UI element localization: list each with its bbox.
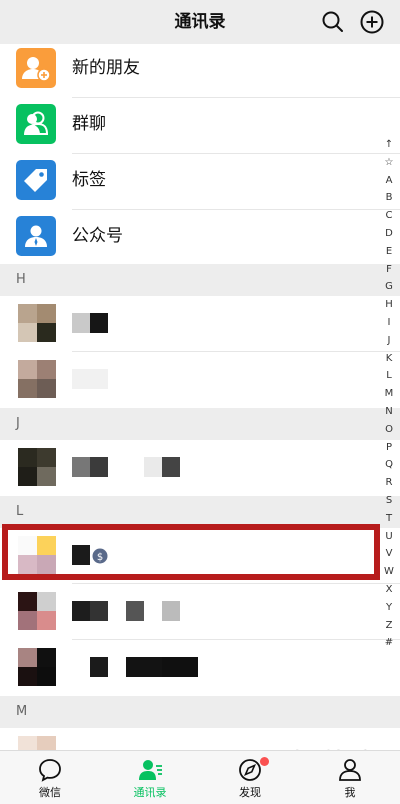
index-letter[interactable]: I xyxy=(382,314,396,332)
tags-row[interactable]: 标签 xyxy=(0,154,400,210)
tab-contacts[interactable]: 通讯录 xyxy=(100,751,200,804)
index-letter[interactable]: ☆ xyxy=(382,154,396,172)
group-chat-icon xyxy=(16,104,56,144)
contact-row[interactable] xyxy=(0,352,400,408)
index-letter[interactable]: A xyxy=(382,172,396,190)
tab-label: 发现 xyxy=(239,786,261,799)
section-letter: J xyxy=(16,416,20,431)
official-accounts-label: 公众号 xyxy=(72,226,123,246)
index-letter[interactable]: C xyxy=(382,207,396,225)
group-chats-row[interactable]: 群聊 xyxy=(0,98,400,154)
avatar xyxy=(18,304,56,342)
alphabet-index-bar[interactable]: ↑ ☆ A B C D E F G H I J K L M N O P Q R S T U V W X Y Z # xyxy=(382,136,396,652)
tab-chats[interactable]: 微信 xyxy=(0,751,100,804)
bottom-tab-bar: 微信 通讯录 发现 我 xyxy=(0,750,400,804)
contact-row[interactable] xyxy=(0,296,400,352)
new-friends-row[interactable]: 新的朋友 xyxy=(0,44,400,98)
contacts-icon xyxy=(139,760,162,780)
add-friend-icon xyxy=(16,48,56,88)
avatar xyxy=(18,736,56,750)
highlight-box xyxy=(2,524,380,580)
index-letter[interactable]: G xyxy=(382,278,396,296)
official-account-icon xyxy=(16,216,56,256)
section-header-h: H xyxy=(0,264,400,296)
index-letter[interactable]: L xyxy=(382,367,396,385)
avatar xyxy=(18,592,56,630)
index-letter[interactable]: E xyxy=(382,243,396,261)
search-icon[interactable] xyxy=(320,9,346,35)
index-letter[interactable]: B xyxy=(382,189,396,207)
plus-circle-icon[interactable] xyxy=(359,9,385,35)
section-letter: H xyxy=(16,272,26,287)
avatar xyxy=(18,360,56,398)
index-letter[interactable]: N xyxy=(382,403,396,421)
index-letter[interactable]: S xyxy=(382,492,396,510)
index-letter[interactable]: Y xyxy=(382,599,396,617)
index-letter[interactable]: D xyxy=(382,225,396,243)
contacts-list[interactable]: 新的朋友 群聊 标签 公众号 H J L $ M xyxy=(0,44,400,750)
contact-row[interactable] xyxy=(0,440,400,496)
avatar xyxy=(18,648,56,686)
index-letter[interactable]: K xyxy=(382,350,396,368)
new-friends-label: 新的朋友 xyxy=(72,58,140,78)
tab-me[interactable]: 我 xyxy=(300,751,400,804)
index-letter[interactable]: M xyxy=(382,385,396,403)
section-header-j: J xyxy=(0,408,400,440)
index-letter[interactable]: T xyxy=(382,510,396,528)
index-letter[interactable]: # xyxy=(382,634,396,652)
index-letter[interactable]: Q xyxy=(382,456,396,474)
contact-row[interactable] xyxy=(0,640,400,696)
tags-label: 标签 xyxy=(72,170,106,190)
tab-label: 我 xyxy=(344,786,356,799)
index-letter[interactable]: R xyxy=(382,474,396,492)
tag-icon xyxy=(16,160,56,200)
index-letter[interactable]: Z xyxy=(382,617,396,635)
section-letter: M xyxy=(16,704,28,719)
index-letter[interactable]: X xyxy=(382,581,396,599)
avatar xyxy=(18,448,56,486)
contact-row[interactable] xyxy=(0,584,400,640)
section-header-m: M xyxy=(0,696,400,728)
index-letter[interactable]: P xyxy=(382,439,396,457)
notification-dot xyxy=(260,757,269,766)
tab-label: 通讯录 xyxy=(133,786,167,799)
official-accounts-row[interactable]: 公众号 xyxy=(0,210,400,266)
index-letter[interactable]: J xyxy=(382,332,396,350)
chat-bubble-icon xyxy=(39,759,61,782)
index-letter[interactable]: H xyxy=(382,296,396,314)
index-letter[interactable]: ↑ xyxy=(382,136,396,154)
index-letter[interactable]: O xyxy=(382,421,396,439)
top-nav-bar: 通讯录 xyxy=(0,0,400,44)
index-letter[interactable]: W xyxy=(382,563,396,581)
person-icon xyxy=(339,759,361,781)
tab-discover[interactable]: 发现 xyxy=(200,751,300,804)
index-letter[interactable]: U xyxy=(382,528,396,546)
index-letter[interactable]: F xyxy=(382,261,396,279)
tab-label: 微信 xyxy=(39,786,61,799)
group-chats-label: 群聊 xyxy=(72,114,106,134)
index-letter[interactable]: V xyxy=(382,545,396,563)
